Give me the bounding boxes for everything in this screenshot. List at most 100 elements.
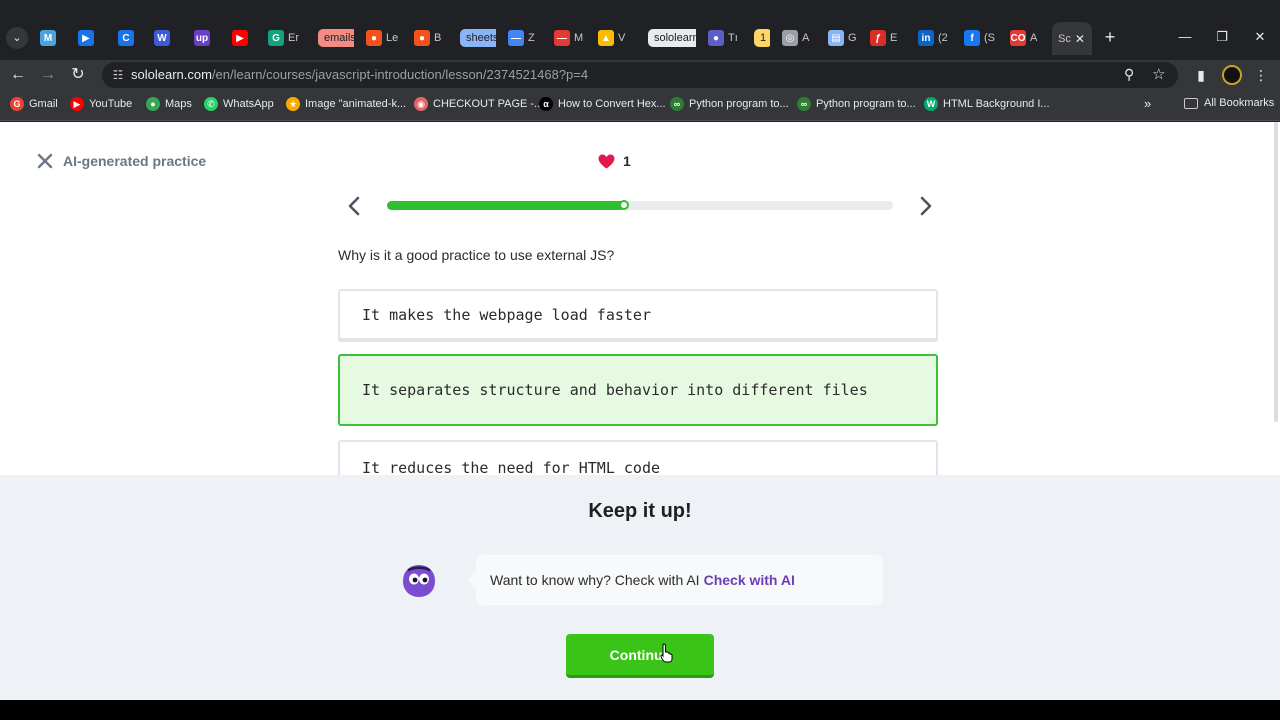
bookmark-item[interactable]: W HTML Background I...: [924, 97, 1050, 111]
bookmark-item[interactable]: α How to Convert Hex...: [539, 97, 666, 111]
tab-title: Z: [528, 32, 535, 44]
answer-option-selected[interactable]: It separates structure and behavior into…: [338, 354, 938, 426]
tab[interactable]: ● B: [410, 27, 446, 49]
tab[interactable]: W: [150, 27, 180, 49]
bookmark-favicon-icon: ▶: [70, 97, 84, 111]
bookmark-item[interactable]: G Gmail: [10, 97, 58, 111]
tab-group-label: sheets: [460, 29, 496, 47]
address-bar[interactable]: ☷ sololearn.com/en/learn/courses/javascr…: [102, 62, 1178, 88]
next-arrow-icon[interactable]: [917, 196, 935, 216]
tab-title: G: [848, 32, 857, 44]
forward-button[interactable]: →: [36, 63, 60, 87]
close-icon[interactable]: [36, 152, 54, 170]
tab[interactable]: emails: [314, 27, 354, 49]
page-scrollbar[interactable]: [1274, 122, 1278, 422]
previous-arrow-icon[interactable]: [345, 196, 363, 216]
reload-button[interactable]: ↻: [66, 63, 90, 87]
tab-favicon-icon: up: [194, 30, 210, 46]
bookmark-favicon-icon: α: [539, 97, 553, 111]
side-panel-icon[interactable]: ▮: [1190, 64, 1212, 86]
tab[interactable]: ◎ A: [778, 27, 816, 49]
bookmark-item[interactable]: ✆ WhatsApp: [204, 97, 274, 111]
tab[interactable]: 1: [750, 27, 770, 49]
all-bookmarks-button[interactable]: All Bookmarks: [1184, 97, 1274, 109]
answer-option[interactable]: It makes the webpage load faster: [338, 289, 938, 342]
tab[interactable]: — M: [550, 27, 588, 49]
tab[interactable]: in (2: [914, 27, 952, 49]
bookmark-favicon-icon: ★: [286, 97, 300, 111]
continue-button[interactable]: Continue: [566, 634, 714, 678]
bookmarks-overflow-icon[interactable]: »: [1144, 96, 1151, 111]
tab[interactable]: ● Le: [362, 27, 402, 49]
new-tab-button[interactable]: +: [1100, 27, 1120, 49]
bookmarks-bar: G Gmail ▶ YouTube ● Maps ✆ WhatsApp ★ Image "anim…: [0, 90, 1280, 121]
tab[interactable]: ▤ G: [824, 27, 860, 49]
tab-favicon-icon: ●: [366, 30, 382, 46]
question-text: Why is it a good practice to use externa…: [338, 247, 615, 263]
tab-favicon-icon: ●: [414, 30, 430, 46]
bookmark-item[interactable]: ∞ Python program to...: [797, 97, 916, 111]
close-window-icon[interactable]: ✕: [1245, 26, 1275, 48]
menu-kebab-icon[interactable]: ⋮: [1250, 64, 1272, 86]
screen-bottom-bar: [0, 700, 1280, 720]
minimize-icon[interactable]: —: [1170, 26, 1200, 48]
tab-favicon-icon: ▶: [232, 30, 248, 46]
bookmark-star-icon[interactable]: ☆: [1152, 65, 1165, 83]
check-with-ai-link[interactable]: Check with AI: [704, 572, 795, 588]
tab[interactable]: sheets: [456, 27, 496, 49]
hearts-count: 1: [623, 153, 631, 169]
tab[interactable]: sololearn: [644, 27, 696, 49]
back-button[interactable]: ←: [6, 63, 30, 87]
bookmark-label: Python program to...: [689, 98, 789, 110]
tab-favicon-icon: ▶: [78, 30, 94, 46]
hearts-counter: 1: [598, 153, 631, 169]
tab-title: A: [1030, 32, 1038, 44]
tab-search-icon[interactable]: ⌄: [6, 27, 28, 49]
tab-favicon-icon: ◎: [782, 30, 798, 46]
tab-title: M: [574, 32, 584, 44]
tab[interactable]: M: [36, 27, 66, 49]
tab[interactable]: up: [190, 27, 220, 49]
bookmark-item[interactable]: ★ Image "animated-k...: [286, 97, 406, 111]
tab[interactable]: CO A: [1006, 27, 1044, 49]
bookmark-item[interactable]: ● Maps: [146, 97, 192, 111]
tab[interactable]: C: [114, 27, 144, 49]
tab[interactable]: ƒE: [866, 27, 904, 49]
tab-group-label: emails: [318, 29, 354, 47]
bookmark-label: WhatsApp: [223, 98, 274, 110]
mascot-icon: [403, 565, 435, 597]
browser-toolbar: ← → ↻ ☷ sololearn.com/en/learn/courses/j…: [0, 60, 1280, 90]
bookmark-label: Gmail: [29, 98, 58, 110]
url-text[interactable]: sololearn.com/en/learn/courses/javascrip…: [131, 67, 588, 82]
close-tab-icon[interactable]: ✕: [1075, 32, 1085, 46]
tab-favicon-icon: W: [154, 30, 170, 46]
tab[interactable]: ▶: [228, 27, 258, 49]
all-bookmarks-label: All Bookmarks: [1204, 97, 1275, 109]
bookmark-label: Image "animated-k...: [305, 98, 407, 110]
tab-title: A: [802, 32, 810, 44]
bookmark-label: YouTube: [89, 98, 133, 110]
tab-active[interactable]: Sc ✕: [1052, 22, 1092, 55]
tab[interactable]: ● Tı: [704, 27, 740, 49]
profile-avatar[interactable]: [1222, 65, 1242, 85]
bookmark-favicon-icon: G: [10, 97, 24, 111]
bookmark-favicon-icon: ◉: [414, 97, 428, 111]
bookmark-item[interactable]: ▶ YouTube: [70, 97, 132, 111]
feedback-title: Keep it up!: [588, 500, 692, 522]
lesson-page: AI-generated practice 1 Why is it a good…: [0, 122, 1280, 700]
zoom-icon[interactable]: ⚲: [1124, 66, 1134, 83]
bookmark-favicon-icon: ∞: [797, 97, 811, 111]
tab[interactable]: — Z: [504, 27, 542, 49]
tab[interactable]: G Er: [264, 27, 304, 49]
tab[interactable]: ▶: [74, 27, 104, 49]
bookmark-label: How to Convert Hex...: [558, 98, 666, 110]
tab[interactable]: ▲ V: [594, 27, 634, 49]
tab-favicon-icon: C: [118, 30, 134, 46]
site-info-icon[interactable]: ☷: [110, 67, 126, 83]
bookmark-item[interactable]: ◉ CHECKOUT PAGE -...: [414, 97, 543, 111]
bookmark-label: Maps: [165, 98, 192, 110]
bookmark-item[interactable]: ∞ Python program to...: [670, 97, 789, 111]
tab[interactable]: f (S: [960, 27, 998, 49]
restore-icon[interactable]: ❐: [1207, 26, 1237, 48]
tab-favicon-icon: ▤: [828, 30, 844, 46]
